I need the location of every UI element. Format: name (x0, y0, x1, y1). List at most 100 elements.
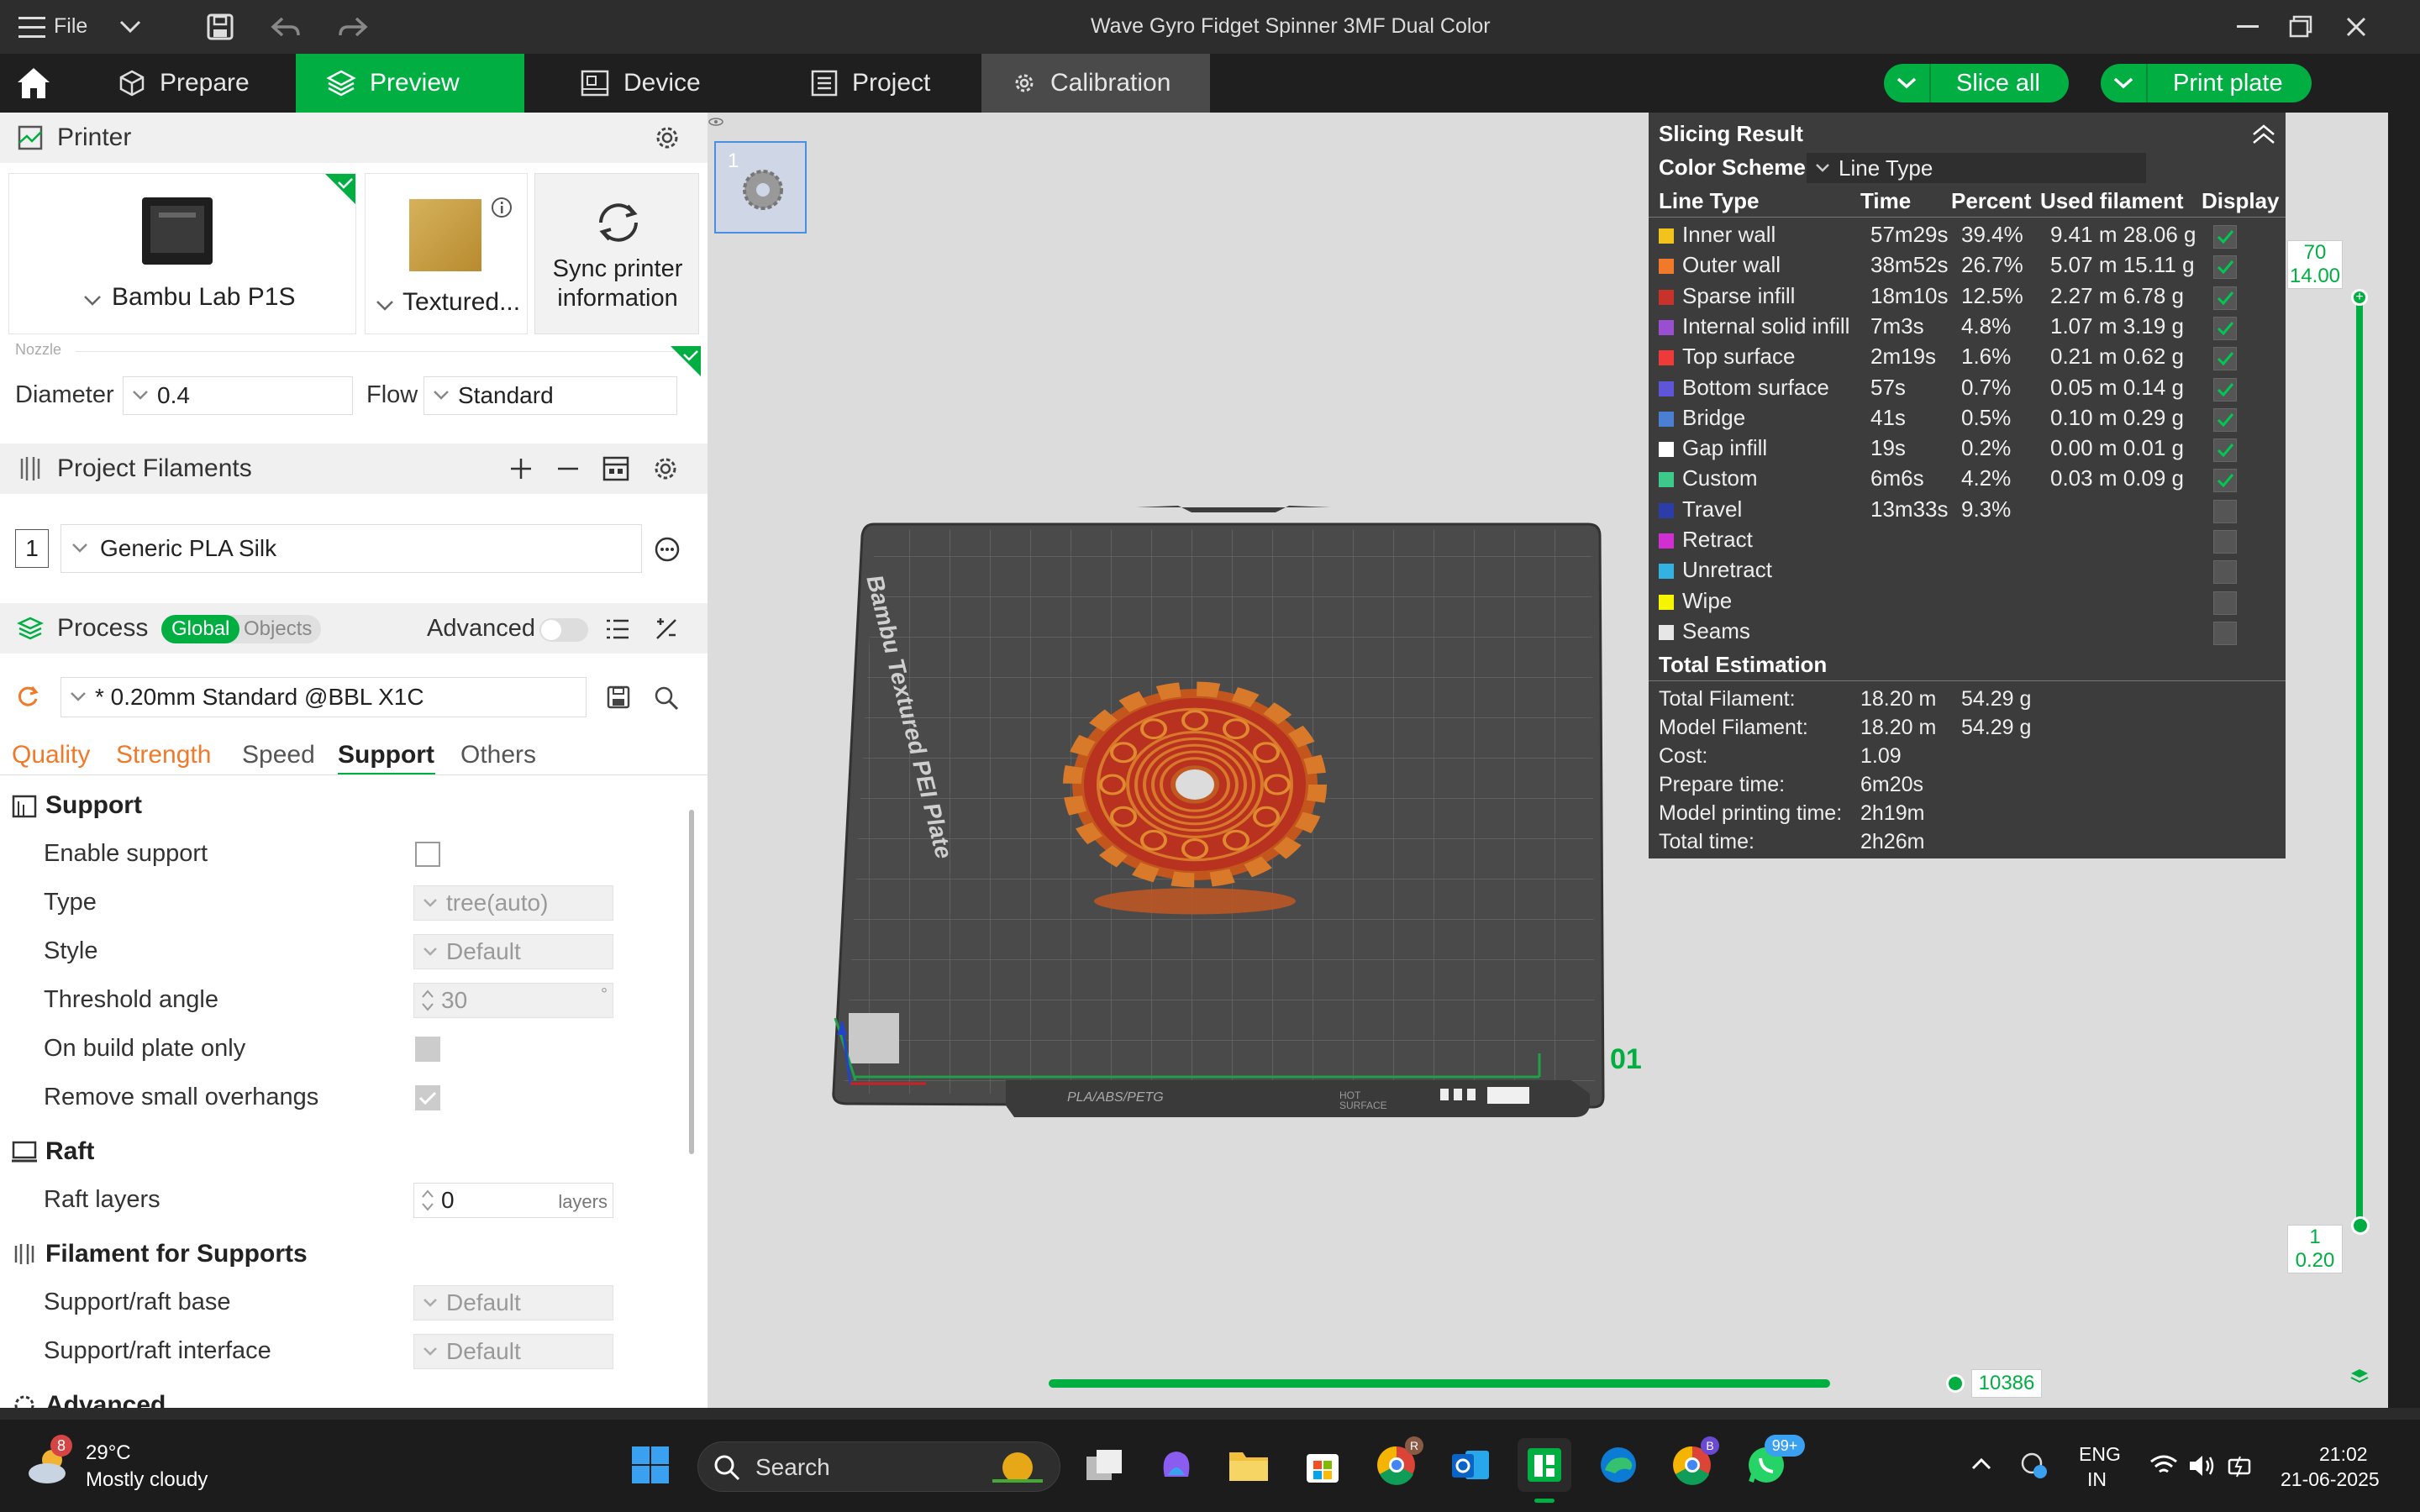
display-checkbox[interactable] (2213, 621, 2237, 645)
copilot-icon[interactable] (1150, 1438, 1203, 1492)
list-icon[interactable] (605, 618, 630, 640)
slice-all-button[interactable]: Slice all (1884, 64, 2069, 102)
chevron-down-icon[interactable] (376, 300, 394, 312)
display-checkbox[interactable] (2213, 347, 2237, 371)
color-scheme-select[interactable]: Line Type (1807, 153, 2146, 183)
tab-project[interactable]: Project (780, 54, 960, 113)
display-checkbox[interactable] (2213, 255, 2237, 280)
display-checkbox[interactable] (2213, 530, 2237, 554)
chevron-down-icon[interactable] (83, 295, 102, 307)
maximize-icon[interactable] (2289, 15, 2312, 39)
threshold-spinner[interactable]: 30 ° (413, 983, 613, 1018)
move-slider-handle[interactable] (1946, 1374, 1965, 1393)
outlook-icon[interactable] (1444, 1438, 1497, 1492)
layer-slider-bottom-handle[interactable] (2351, 1216, 2370, 1235)
compare-icon[interactable] (654, 617, 679, 642)
task-view-icon[interactable] (1077, 1438, 1131, 1492)
chevron-up-icon[interactable] (1971, 1457, 1991, 1470)
stepper-icon[interactable] (421, 988, 434, 1013)
display-checkbox[interactable] (2213, 438, 2237, 463)
process-preset-select[interactable]: * 0.20mm Standard @BBL X1C (60, 677, 587, 717)
language-primary[interactable]: ENG (2079, 1443, 2121, 1466)
start-button[interactable] (623, 1438, 677, 1492)
printer-card[interactable]: Bambu Lab P1S (8, 173, 356, 334)
save-icon[interactable] (207, 13, 234, 40)
bambu-studio-icon[interactable] (1518, 1438, 1571, 1492)
enable-support-checkbox[interactable] (415, 842, 440, 867)
clock-time[interactable]: 21:02 (2319, 1443, 2368, 1466)
display-checkbox[interactable] (2213, 591, 2237, 615)
network-status-icon[interactable] (2018, 1450, 2049, 1480)
redo-icon[interactable] (338, 15, 368, 39)
subtab-others[interactable]: Others (460, 741, 536, 769)
display-checkbox[interactable] (2213, 499, 2237, 523)
clock-date[interactable]: 21-06-2025 (2281, 1468, 2380, 1491)
sync-printer-button[interactable]: Sync printer information (534, 173, 699, 334)
whatsapp-icon[interactable]: 99+ (1739, 1435, 1805, 1492)
filament-select[interactable]: Generic PLA Silk (60, 524, 642, 573)
add-icon[interactable] (509, 457, 533, 480)
wifi-icon[interactable] (2149, 1453, 2178, 1477)
layers-icon[interactable] (2349, 1368, 2370, 1384)
filament-slot-number[interactable]: 1 (15, 529, 49, 568)
close-icon[interactable] (2346, 17, 2366, 37)
build-plate-only-checkbox[interactable] (415, 1037, 440, 1062)
support-base-select[interactable]: Default (413, 1285, 613, 1320)
style-select[interactable]: Default (413, 934, 613, 969)
taskbar-search[interactable]: Search (697, 1441, 1060, 1492)
subtab-support[interactable]: Support (338, 741, 434, 769)
tab-device[interactable]: Device (550, 54, 731, 113)
file-menu[interactable]: File (54, 14, 87, 39)
file-explorer-icon[interactable] (1222, 1438, 1276, 1492)
tab-calibration[interactable]: Calibration (981, 54, 1210, 113)
home-icon[interactable] (15, 66, 52, 101)
print-plate-button[interactable]: Print plate (2101, 64, 2312, 102)
minimize-icon[interactable] (2237, 25, 2259, 29)
battery-icon[interactable] (2227, 1453, 2255, 1478)
search-icon[interactable] (654, 685, 679, 711)
reset-icon[interactable] (15, 684, 40, 709)
menu-icon[interactable] (18, 17, 45, 39)
advanced-switch[interactable] (539, 618, 588, 642)
subtab-speed[interactable]: Speed (242, 741, 315, 769)
volume-icon[interactable] (2188, 1453, 2217, 1478)
chevron-down-icon[interactable] (119, 20, 141, 34)
remove-icon[interactable] (556, 457, 580, 480)
more-icon[interactable] (654, 536, 681, 563)
gear-icon[interactable] (654, 124, 681, 151)
undo-icon[interactable] (271, 15, 301, 39)
move-slider-track[interactable] (1049, 1379, 1830, 1388)
chevron-down-icon[interactable] (2101, 64, 2148, 102)
global-toggle[interactable]: Global (161, 615, 240, 643)
weather-widget[interactable]: 8 29°C Mostly cloudy (25, 1435, 227, 1499)
type-select[interactable]: tree(auto) (413, 885, 613, 921)
save-icon[interactable] (607, 685, 630, 709)
store-icon[interactable] (1296, 1438, 1349, 1492)
language-secondary[interactable]: IN (2087, 1468, 2107, 1491)
flow-select[interactable]: Standard (424, 376, 677, 415)
layer-slider-top-handle[interactable]: + (2351, 289, 2368, 306)
chrome-profile-icon[interactable]: B (1665, 1436, 1719, 1492)
info-icon[interactable] (490, 196, 513, 219)
display-checkbox[interactable] (2213, 225, 2237, 249)
display-checkbox[interactable] (2213, 560, 2237, 585)
chevron-down-icon[interactable] (1884, 64, 1931, 102)
tab-prepare[interactable]: Prepare (87, 54, 280, 113)
sidebar-scrollbar[interactable] (689, 810, 694, 1154)
chrome-icon[interactable]: R (1370, 1436, 1423, 1492)
collapse-icon[interactable] (2252, 124, 2275, 144)
stepper-icon[interactable] (421, 1188, 434, 1213)
display-checkbox[interactable] (2213, 469, 2237, 493)
display-checkbox[interactable] (2213, 286, 2237, 310)
plate-card[interactable]: Textured... (365, 173, 528, 334)
global-objects-toggle[interactable]: Global Objects (161, 615, 321, 643)
edge-icon[interactable] (1591, 1438, 1645, 1492)
raft-layers-spinner[interactable]: 0 layers (413, 1183, 613, 1218)
display-checkbox[interactable] (2213, 316, 2237, 340)
support-interface-select[interactable]: Default (413, 1334, 613, 1369)
tab-preview[interactable]: Preview (296, 54, 524, 113)
display-checkbox[interactable] (2213, 377, 2237, 402)
objects-toggle[interactable]: Objects (244, 615, 312, 643)
diameter-select[interactable]: 0.4 (123, 376, 353, 415)
remove-small-overhangs-checkbox[interactable] (415, 1085, 440, 1110)
